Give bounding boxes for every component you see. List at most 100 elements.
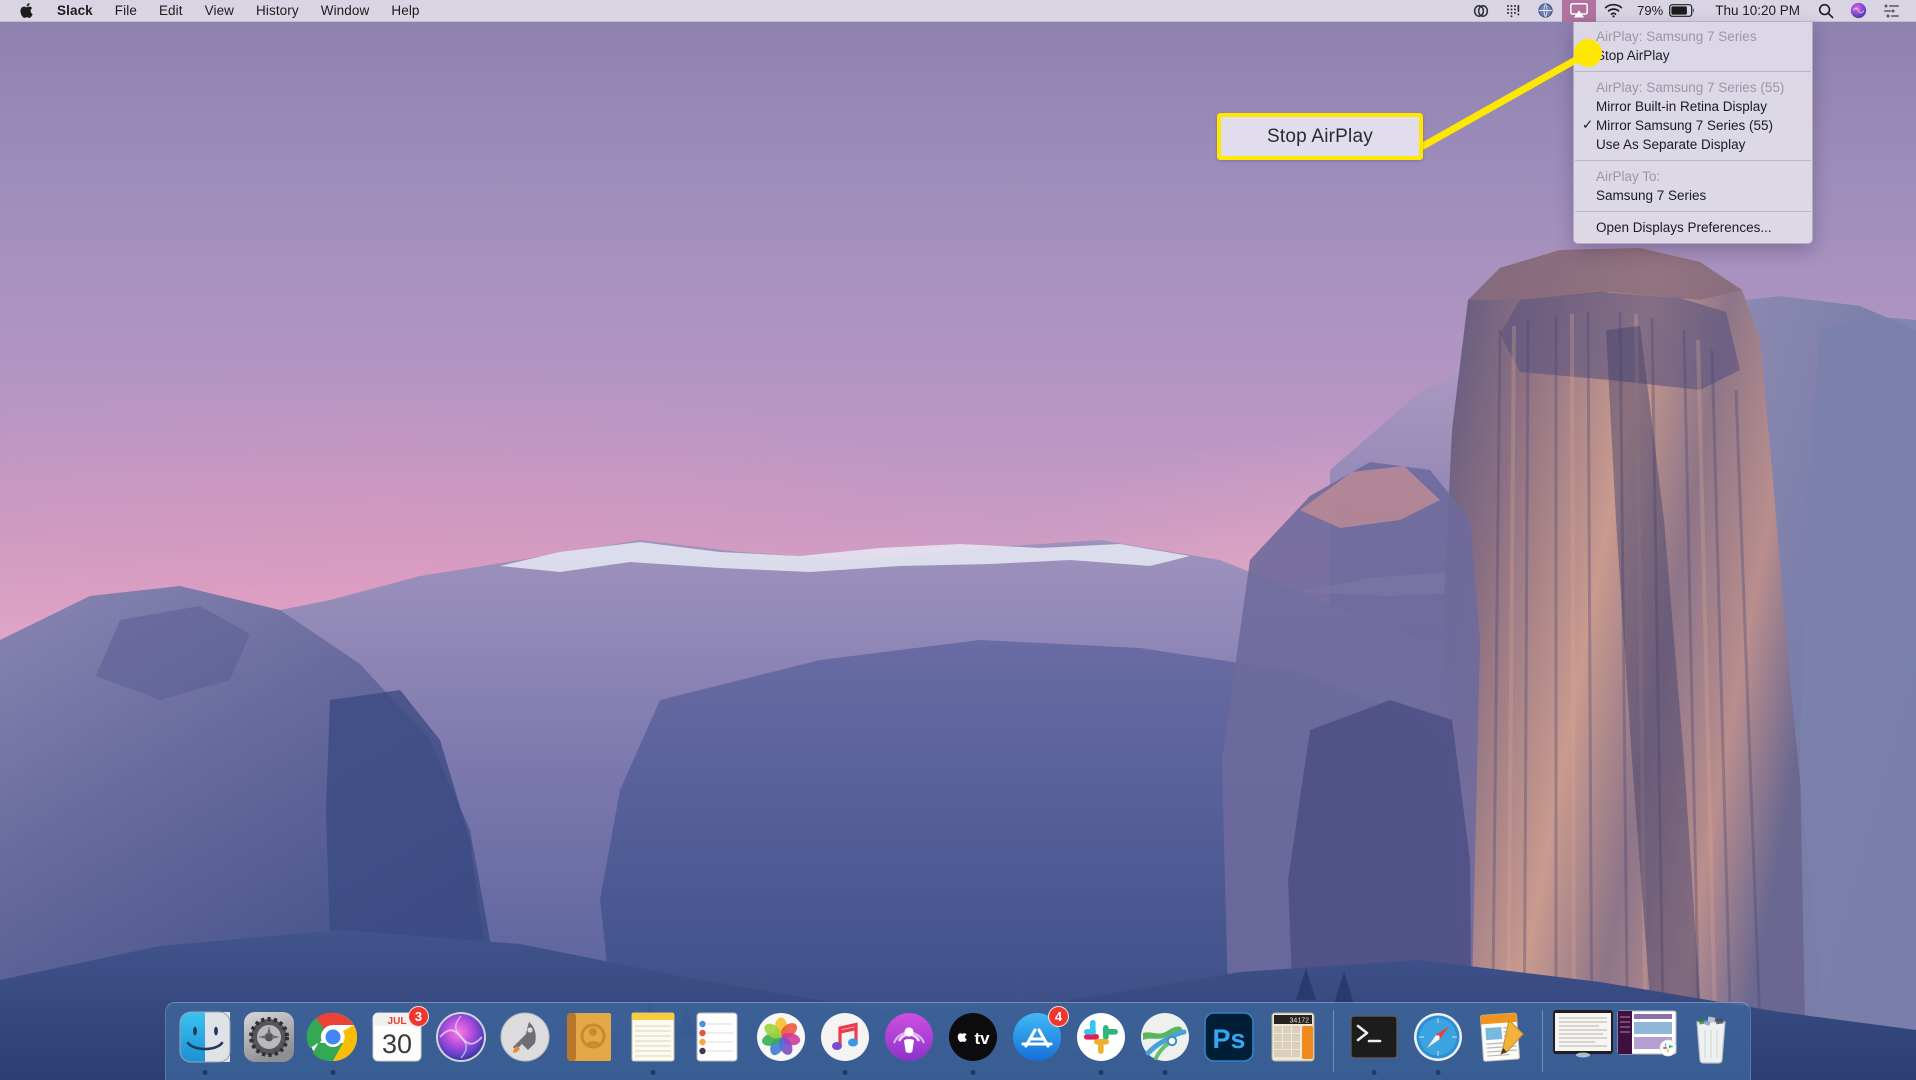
siri-icon[interactable]: [1842, 0, 1875, 22]
dock-item-minimized-slack[interactable]: [1616, 1008, 1678, 1078]
menu-item-stop-airplay[interactable]: Stop AirPlay: [1574, 46, 1812, 65]
calendar-month: JUL: [388, 1016, 407, 1027]
dock-item-system-preferences[interactable]: [238, 1008, 300, 1078]
minimized-document-window-icon: [1552, 1008, 1614, 1066]
menu-item-slack[interactable]: Slack: [46, 0, 104, 21]
dock-item-music[interactable]: [814, 1008, 876, 1078]
callout-stop-airplay: Stop AirPlay: [1217, 113, 1423, 160]
menu-item-mirror-samsung[interactable]: ✓ Mirror Samsung 7 Series (55): [1574, 116, 1812, 135]
finder-icon: [176, 1008, 234, 1066]
creative-cloud-icon[interactable]: [1465, 0, 1497, 22]
apple-tv-icon: tv: [944, 1008, 1002, 1066]
maps-icon: [1136, 1008, 1194, 1066]
menu-item-use-as-separate-display[interactable]: Use As Separate Display: [1574, 135, 1812, 154]
running-indicator: [331, 1070, 336, 1075]
calendar-day: 30: [382, 1029, 412, 1059]
menu-bar-left: Slack File Edit View History Window Help: [0, 0, 431, 21]
airplay-icon[interactable]: [1562, 0, 1596, 22]
menu-item-mirror-builtin-retina-label: Mirror Built-in Retina Display: [1596, 99, 1767, 114]
menu-bar-status-area: 79% Thu 10:20 PM: [1465, 0, 1916, 21]
dock-item-slack[interactable]: [1070, 1008, 1132, 1078]
running-indicator: [971, 1070, 976, 1075]
dock-item-podcasts[interactable]: [878, 1008, 940, 1078]
airplay-section3-header: AirPlay To:: [1574, 167, 1812, 186]
dock-item-minimized-document[interactable]: [1552, 1008, 1614, 1078]
menu-item-samsung-7-series[interactable]: Samsung 7 Series: [1574, 186, 1812, 205]
dock-item-reminders[interactable]: [686, 1008, 748, 1078]
menu-item-history[interactable]: History: [245, 0, 310, 21]
running-indicator: [1372, 1070, 1377, 1075]
terminal-icon: [1345, 1008, 1403, 1066]
dock-item-app-store[interactable]: 4: [1006, 1008, 1068, 1078]
running-indicator: [1436, 1070, 1441, 1075]
minimized-slack-window-icon: [1616, 1008, 1678, 1066]
notes-icon: [624, 1008, 682, 1066]
dots-grid-icon[interactable]: [1497, 0, 1529, 22]
svg-text:Ps: Ps: [1212, 1024, 1245, 1054]
dock-item-textedit[interactable]: [1471, 1008, 1533, 1078]
dock-item-calculator[interactable]: 34172: [1262, 1008, 1324, 1078]
dock-item-photoshop[interactable]: Ps: [1198, 1008, 1260, 1078]
globe-icon[interactable]: [1529, 0, 1562, 22]
checkmark-icon: ✓: [1582, 117, 1593, 133]
dock-divider-1: [1333, 1010, 1334, 1072]
running-indicator: [1099, 1070, 1104, 1075]
menu-item-view[interactable]: View: [194, 0, 245, 21]
dock-item-terminal[interactable]: [1343, 1008, 1405, 1078]
dock-item-siri[interactable]: [430, 1008, 492, 1078]
menu-bar: Slack File Edit View History Window Help: [0, 0, 1916, 22]
photoshop-icon: Ps: [1200, 1008, 1258, 1066]
system-preferences-icon: [240, 1008, 298, 1066]
menu-item-samsung-7-series-label: Samsung 7 Series: [1596, 188, 1706, 203]
menu-item-window[interactable]: Window: [310, 0, 381, 21]
textedit-icon: [1473, 1008, 1531, 1066]
search-icon[interactable]: [1810, 0, 1842, 22]
menu-item-help[interactable]: Help: [380, 0, 430, 21]
dock-item-google-chrome[interactable]: [302, 1008, 364, 1078]
control-center-icon[interactable]: [1875, 0, 1908, 22]
dock-item-safari[interactable]: [1407, 1008, 1469, 1078]
dock-divider-2: [1542, 1010, 1543, 1072]
svg-text:34172: 34172: [1290, 1018, 1310, 1025]
menu-divider-3: [1575, 211, 1811, 212]
wifi-icon[interactable]: [1596, 0, 1631, 22]
menu-bar-clock[interactable]: Thu 10:20 PM: [1703, 3, 1810, 18]
dock: JUL 30 3: [165, 1002, 1751, 1080]
slack-icon: [1072, 1008, 1130, 1066]
battery-icon[interactable]: [1667, 0, 1703, 22]
apple-logo-icon[interactable]: [12, 0, 46, 21]
running-indicator: [203, 1070, 208, 1075]
trash-icon: [1682, 1008, 1740, 1066]
menu-item-mirror-samsung-label: Mirror Samsung 7 Series (55): [1596, 118, 1773, 133]
menu-item-open-displays-preferences[interactable]: Open Displays Preferences...: [1574, 218, 1812, 237]
calendar-badge: 3: [408, 1006, 429, 1027]
menu-item-use-as-separate-display-label: Use As Separate Display: [1596, 137, 1745, 152]
photos-icon: [752, 1008, 810, 1066]
menu-item-mirror-builtin-retina[interactable]: Mirror Built-in Retina Display: [1574, 97, 1812, 116]
contacts-icon: [560, 1008, 618, 1066]
menu-item-stop-airplay-label: Stop AirPlay: [1596, 48, 1670, 63]
google-chrome-icon: [304, 1008, 362, 1066]
dock-item-apple-tv[interactable]: tv: [942, 1008, 1004, 1078]
calculator-icon: 34172: [1264, 1008, 1322, 1066]
dock-item-launchpad[interactable]: [494, 1008, 556, 1078]
dock-item-contacts[interactable]: [558, 1008, 620, 1078]
dock-item-calendar[interactable]: JUL 30 3: [366, 1008, 428, 1078]
podcasts-icon: [880, 1008, 938, 1066]
dock-item-trash[interactable]: [1680, 1008, 1742, 1078]
running-indicator: [651, 1070, 656, 1075]
running-indicator: [843, 1070, 848, 1075]
dock-item-notes[interactable]: [622, 1008, 684, 1078]
dock-item-finder[interactable]: [174, 1008, 236, 1078]
airplay-section2-header: AirPlay: Samsung 7 Series (55): [1574, 78, 1812, 97]
svg-text:tv: tv: [974, 1029, 990, 1048]
menu-divider-2: [1575, 160, 1811, 161]
airplay-dropdown-menu: AirPlay: Samsung 7 Series Stop AirPlay A…: [1573, 22, 1813, 244]
menu-item-open-displays-preferences-label: Open Displays Preferences...: [1596, 220, 1772, 235]
callout-label: Stop AirPlay: [1267, 126, 1373, 148]
dock-item-maps[interactable]: [1134, 1008, 1196, 1078]
menu-item-edit[interactable]: Edit: [148, 0, 194, 21]
menu-item-file[interactable]: File: [104, 0, 148, 21]
dock-item-photos[interactable]: [750, 1008, 812, 1078]
reminders-icon: [688, 1008, 746, 1066]
